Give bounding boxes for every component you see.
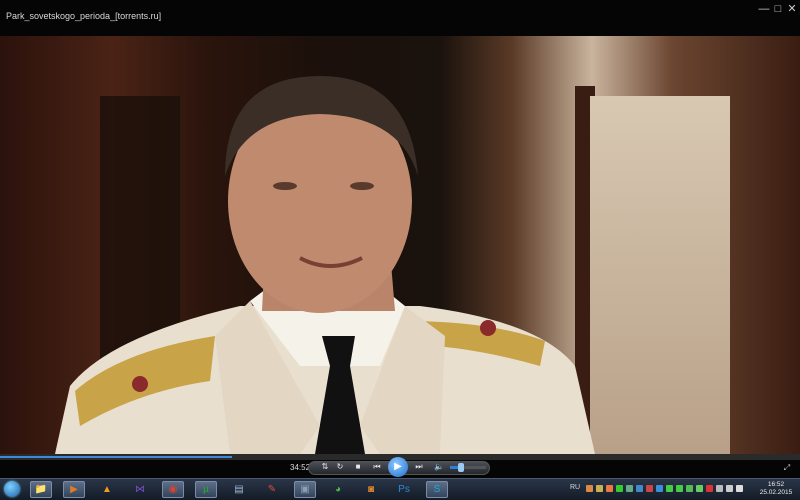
visual-studio-icon[interactable]: ⋈	[129, 481, 151, 498]
chat-icon[interactable]	[696, 485, 703, 492]
media-player-icon[interactable]: ▶	[63, 481, 85, 498]
clock-date: 25.02.2015	[759, 489, 793, 496]
video-subject-figure	[55, 76, 595, 454]
green-app-icon[interactable]	[616, 485, 623, 492]
video-frame[interactable]	[0, 36, 800, 454]
skype-icon-glyph: S	[433, 484, 441, 495]
evernote-icon-glyph: ◕	[334, 484, 342, 495]
title-bar: Park_sovetskogo_perioda_[torrents.ru] — …	[0, 0, 800, 36]
seek-bar-fill	[0, 456, 232, 458]
red-app-icon[interactable]	[646, 485, 653, 492]
camera-icon[interactable]: ◙	[360, 481, 382, 498]
evernote-icon[interactable]: ◕	[327, 481, 349, 498]
switch-view-button[interactable]: ⇅	[318, 461, 332, 473]
clock-time: 16:52	[767, 481, 785, 488]
green-bars-icon[interactable]	[666, 485, 673, 492]
volume-knob[interactable]	[457, 463, 464, 472]
visual-studio-icon-glyph: ⋈	[135, 484, 145, 495]
aimp-icon-glyph: ▲	[102, 484, 112, 495]
paint-icon[interactable]: ✎	[261, 481, 283, 498]
media-player-icon-glyph: ▶	[70, 484, 78, 495]
aimp-icon[interactable]: ▲	[96, 481, 118, 498]
stop-button[interactable]: ■	[351, 461, 365, 473]
player-controls: 34:52 ⇅ ↻ ■ ⏮ ▶ ⏭ 🔈 ⤢	[0, 457, 800, 478]
photoshop-icon[interactable]: Ps	[393, 481, 415, 498]
volume-slider[interactable]	[450, 463, 486, 472]
taskbar: 📁 ▶ ▲ ⋈ ◉ µ ▤ ✎ ▣ ◕ ◙ Ps S RU 16:52 25.02.2015	[0, 478, 800, 500]
explorer-icon-glyph: 📁	[34, 484, 48, 495]
red-x-icon[interactable]	[706, 485, 713, 492]
paint-icon-glyph: ✎	[267, 484, 277, 495]
shield-icon[interactable]	[626, 485, 633, 492]
system-tray: RU	[570, 484, 750, 496]
previous-button[interactable]: ⏮	[370, 461, 384, 473]
maximize-button[interactable]: □	[771, 3, 785, 15]
close-button[interactable]: ✕	[785, 3, 799, 15]
chrome-icon-glyph: ◉	[168, 484, 178, 495]
chrome-icon[interactable]: ◉	[162, 481, 184, 498]
network-icon[interactable]	[716, 485, 723, 492]
skype-icon[interactable]: S	[426, 481, 448, 498]
minimize-button[interactable]: —	[757, 3, 771, 15]
language-indicator[interactable]: RU	[570, 484, 580, 491]
window-title: Park_sovetskogo_perioda_[torrents.ru]	[6, 11, 162, 21]
flag-tray-icon[interactable]	[736, 485, 743, 492]
volume-tray-icon[interactable]	[726, 485, 733, 492]
photo-viewer-icon[interactable]: ▣	[294, 481, 316, 498]
windows-orb-icon[interactable]	[4, 481, 20, 497]
tray-app-icon[interactable]	[606, 485, 613, 492]
printer-icon[interactable]: ▤	[228, 481, 250, 498]
green-bars-icon-2[interactable]	[676, 485, 683, 492]
camera-icon-glyph: ◙	[367, 484, 375, 495]
utorrent-icon-glyph: µ	[203, 484, 209, 495]
utorrent-icon[interactable]: µ	[195, 481, 217, 498]
battery-icon[interactable]	[686, 485, 693, 492]
repeat-button[interactable]: ↻	[333, 461, 347, 473]
explorer-icon[interactable]: 📁	[30, 481, 52, 498]
clock[interactable]: 16:52 25.02.2015	[756, 481, 796, 497]
flag-icon[interactable]	[586, 485, 593, 492]
fullscreen-button[interactable]: ⤢	[782, 463, 792, 473]
photo-viewer-icon-glyph: ▣	[300, 484, 310, 495]
mute-button[interactable]: 🔈	[432, 461, 446, 473]
blue-app-icon[interactable]	[636, 485, 643, 492]
next-button[interactable]: ⏭	[412, 461, 426, 473]
photoshop-icon-glyph: Ps	[398, 484, 410, 495]
wrench-icon[interactable]	[596, 485, 603, 492]
play-button[interactable]: ▶	[388, 457, 408, 477]
info-icon[interactable]	[656, 485, 663, 492]
printer-icon-glyph: ▤	[234, 484, 244, 495]
